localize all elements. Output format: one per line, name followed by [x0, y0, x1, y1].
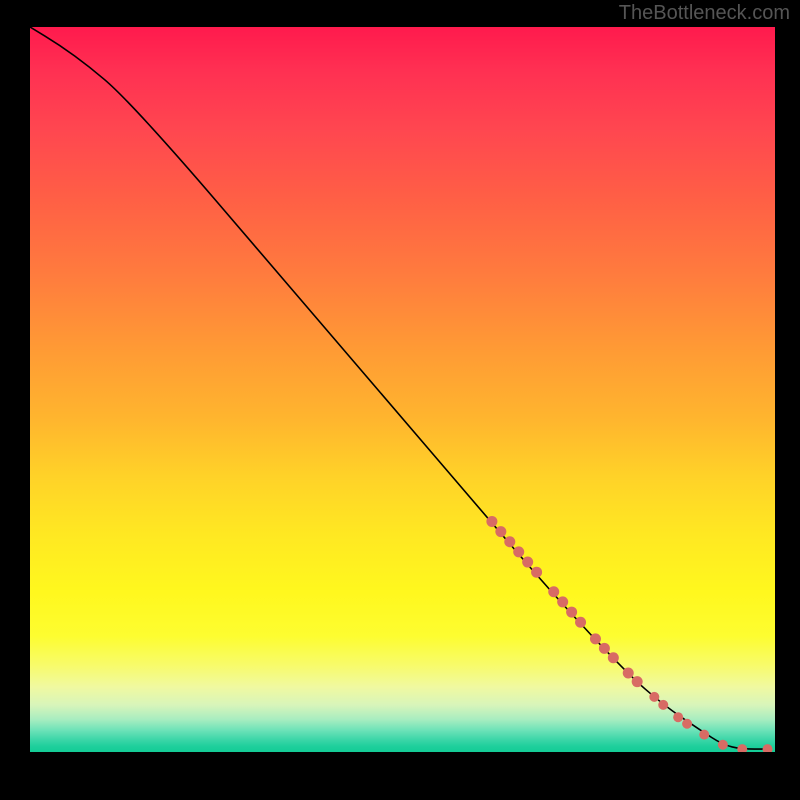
data-point — [575, 617, 586, 628]
data-point — [590, 633, 601, 644]
data-point — [658, 700, 668, 710]
data-point — [548, 586, 559, 597]
data-point — [718, 740, 728, 750]
data-point — [522, 557, 533, 568]
chart-data-points — [486, 516, 772, 752]
data-point — [682, 719, 692, 729]
data-point — [599, 643, 610, 654]
data-point — [504, 536, 515, 547]
chart-svg — [30, 27, 775, 752]
data-point — [531, 567, 542, 578]
chart-plot-area — [30, 27, 775, 752]
data-point — [566, 607, 577, 618]
data-point — [632, 676, 643, 687]
data-point — [699, 730, 709, 740]
data-point — [608, 652, 619, 663]
data-point — [486, 516, 497, 527]
data-point — [649, 692, 659, 702]
data-point — [557, 596, 568, 607]
data-point — [513, 546, 524, 557]
data-point — [623, 667, 634, 678]
chart-curve-line — [30, 27, 768, 749]
watermark-text: TheBottleneck.com — [619, 2, 790, 25]
data-point — [673, 712, 683, 722]
data-point — [495, 526, 506, 537]
data-point — [763, 744, 773, 752]
data-point — [737, 744, 747, 752]
